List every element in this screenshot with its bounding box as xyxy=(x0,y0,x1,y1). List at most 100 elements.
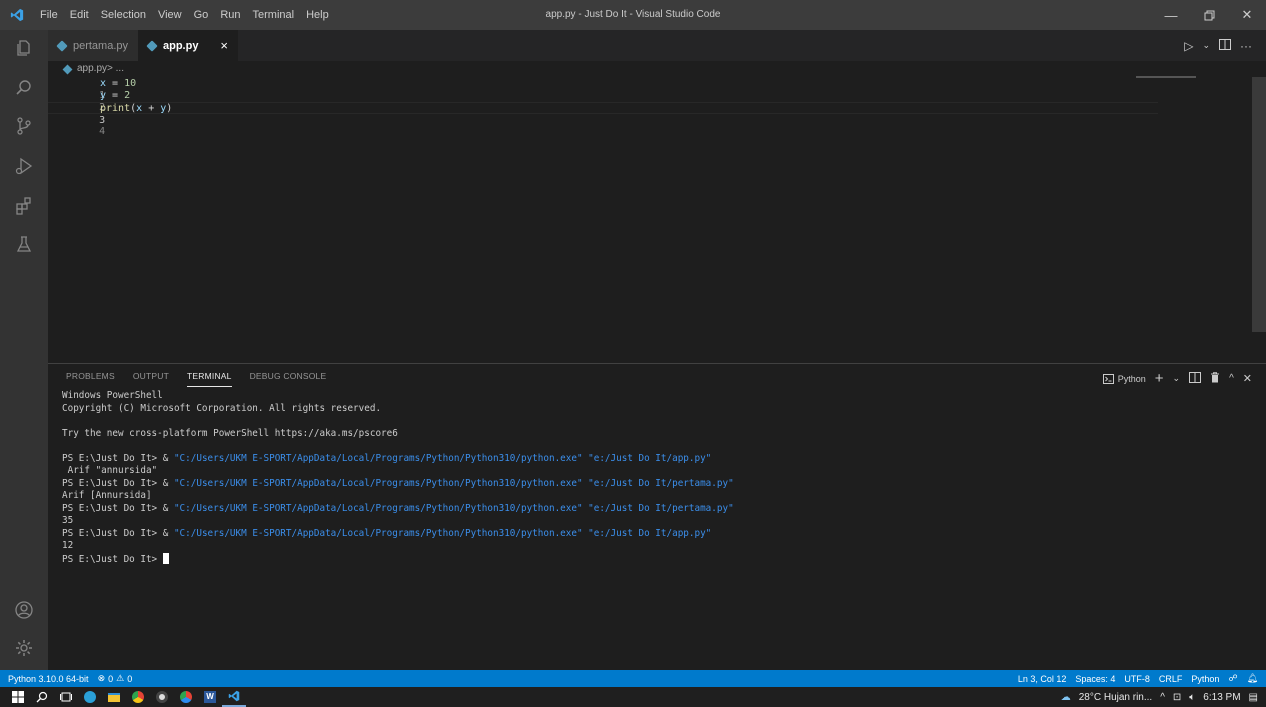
network-icon[interactable]: ⊡ xyxy=(1173,692,1181,703)
tab-pertama-py[interactable]: pertama.py xyxy=(48,30,138,61)
menu-file[interactable]: File xyxy=(34,0,64,30)
tab-problems[interactable]: PROBLEMS xyxy=(66,371,115,387)
vscode-taskbar-icon[interactable] xyxy=(222,687,246,707)
trash-icon[interactable] xyxy=(1210,371,1220,386)
terminal-line: 12 xyxy=(62,540,74,551)
windows-start-icon[interactable] xyxy=(6,687,30,707)
encoding[interactable]: UTF-8 xyxy=(1124,674,1150,684)
code-line[interactable]: 1 x = 10 xyxy=(48,78,1158,101)
more-actions-icon[interactable]: ··· xyxy=(1240,39,1252,53)
terminal-line: Arif "annursida" xyxy=(62,465,158,476)
explorer-icon[interactable] xyxy=(0,30,48,66)
testing-icon[interactable] xyxy=(0,226,48,262)
activity-bar xyxy=(0,30,48,670)
terminal-selector[interactable]: Python xyxy=(1102,373,1146,384)
word-icon[interactable]: W xyxy=(198,687,222,707)
terminal-line: PS E:\Just Do It> & "C:/Users/UKM E-SPOR… xyxy=(62,503,1252,516)
chevron-down-icon[interactable]: ⌄ xyxy=(1173,373,1181,384)
cursor-position[interactable]: Ln 3, Col 12 xyxy=(1018,674,1067,684)
line-number: 4 xyxy=(99,126,106,137)
close-panel-icon[interactable]: ✕ xyxy=(1243,372,1252,385)
terminal-line: PS E:\Just Do It> & "C:/Users/UKM E-SPOR… xyxy=(62,528,1252,541)
error-icon: ⊗ xyxy=(97,673,106,683)
terminal-cursor xyxy=(162,552,169,564)
restore-button[interactable] xyxy=(1190,0,1228,30)
split-editor-icon[interactable] xyxy=(1219,38,1231,53)
volume-icon[interactable]: 🔈︎ xyxy=(1189,692,1195,703)
taskbar-search-icon[interactable] xyxy=(30,687,54,707)
clock[interactable]: 6:13 PM xyxy=(1203,692,1240,703)
notification-center-icon[interactable]: ▤ xyxy=(1249,692,1258,703)
code-line[interactable]: 4 xyxy=(48,114,1158,137)
menu-bar: File Edit Selection View Go Run Terminal Help xyxy=(34,0,335,30)
menu-view[interactable]: View xyxy=(152,0,188,30)
title-bar: File Edit Selection View Go Run Terminal Help a… xyxy=(0,0,1266,30)
chrome-alt-icon[interactable] xyxy=(174,687,198,707)
editor-scrollbar[interactable] xyxy=(1252,77,1266,332)
file-explorer-icon[interactable] xyxy=(102,687,126,707)
tab-label: pertama.py xyxy=(72,39,128,52)
accounts-icon[interactable] xyxy=(0,592,48,628)
breadcrumb: app.py > ... xyxy=(62,61,124,77)
status-bar: Python 3.10.0 64-bit ⊗ 0 ⚠ 0 Ln 3, Col 1… xyxy=(0,670,1266,687)
edge-browser-icon[interactable] xyxy=(78,687,102,707)
menu-go[interactable]: Go xyxy=(188,0,215,30)
menu-edit[interactable]: Edit xyxy=(64,0,95,30)
python-file-icon xyxy=(62,64,73,74)
split-terminal-icon[interactable] xyxy=(1189,371,1202,386)
menu-terminal[interactable]: Terminal xyxy=(247,0,301,30)
breadcrumb-file[interactable]: app.py xyxy=(77,61,107,77)
bottom-panel: PROBLEMS OUTPUT TERMINAL DEBUG CONSOLE P… xyxy=(48,363,1266,670)
minimize-button[interactable]: — xyxy=(1152,0,1190,30)
search-icon[interactable] xyxy=(0,70,48,106)
tab-debug-console[interactable]: DEBUG CONSOLE xyxy=(250,371,327,387)
line-ending[interactable]: CRLF xyxy=(1159,674,1183,684)
tab-terminal[interactable]: TERMINAL xyxy=(187,371,232,387)
source-control-icon[interactable] xyxy=(0,108,48,144)
language-mode[interactable]: Python xyxy=(1191,674,1219,684)
breadcrumb-rest[interactable]: > ... xyxy=(107,61,124,77)
indentation[interactable]: Spaces: 4 xyxy=(1075,674,1115,684)
terminal-line: Windows PowerShell xyxy=(62,390,163,401)
chrome-icon[interactable] xyxy=(126,687,150,707)
minimap[interactable] xyxy=(1136,76,1196,78)
terminal-command: "C:/Users/UKM E-SPORT/AppData/Local/Prog… xyxy=(173,527,712,539)
maximize-panel-icon[interactable]: ^ xyxy=(1229,373,1234,384)
extensions-icon[interactable] xyxy=(0,188,48,224)
warning-count: 0 xyxy=(127,673,133,684)
weather-text[interactable]: 28°C Hujan rin... xyxy=(1079,692,1152,703)
chevron-down-icon[interactable]: ⌄ xyxy=(1202,40,1210,51)
terminal-selector-label: Python xyxy=(1117,373,1146,384)
tray-overflow-icon[interactable]: ^ xyxy=(1160,692,1165,703)
system-tray: ☁ 28°C Hujan rin... ^ ⊡ 🔈︎ 6:13 PM ▤ xyxy=(1061,687,1258,707)
tab-app-py[interactable]: app.py × xyxy=(138,30,238,61)
code-line[interactable]: 2 y = 2 xyxy=(48,90,1158,113)
problems-indicator[interactable]: ⊗ 0 ⚠ 0 xyxy=(98,673,133,684)
weather-icon: ☁ xyxy=(1060,691,1071,703)
terminal-prompt: PS E:\Just Do It> & xyxy=(62,502,174,514)
run-debug-icon[interactable] xyxy=(0,148,48,184)
close-window-button[interactable]: ✕ xyxy=(1228,0,1266,30)
close-tab-icon[interactable]: × xyxy=(220,38,228,53)
terminal-output[interactable]: Windows PowerShell Copyright (C) Microsof… xyxy=(62,390,1252,565)
terminal-prompt: PS E:\Just Do It> & xyxy=(62,452,174,464)
run-file-icon[interactable]: ▷ xyxy=(1184,39,1193,53)
window-controls: — ✕ xyxy=(1152,0,1266,30)
code-line-current[interactable]: 3 print(x + y) xyxy=(48,102,1158,126)
code-editor[interactable]: app.py > ... 1 x = 10 2 y = 2 3 print(x … xyxy=(48,61,1266,363)
tab-output[interactable]: OUTPUT xyxy=(133,371,169,387)
task-view-icon[interactable] xyxy=(54,687,78,707)
new-terminal-icon[interactable]: + xyxy=(1155,370,1164,387)
editor-actions: ▷ ⌄ ··· xyxy=(1184,30,1252,61)
feedback-icon[interactable]: ☍ xyxy=(1228,673,1237,684)
restore-icon xyxy=(1204,10,1214,20)
settings-gear-icon[interactable] xyxy=(0,630,48,666)
python-interpreter[interactable]: Python 3.10.0 64-bit xyxy=(8,674,89,684)
notifications-bell-icon[interactable]: 🔔︎ xyxy=(1247,673,1258,684)
menu-run[interactable]: Run xyxy=(214,0,246,30)
menu-selection[interactable]: Selection xyxy=(95,0,152,30)
menu-help[interactable]: Help xyxy=(300,0,335,30)
terminal-line: Arif [Annursida] xyxy=(62,490,152,501)
python-file-icon xyxy=(56,39,68,52)
app-dark-icon[interactable] xyxy=(150,687,174,707)
